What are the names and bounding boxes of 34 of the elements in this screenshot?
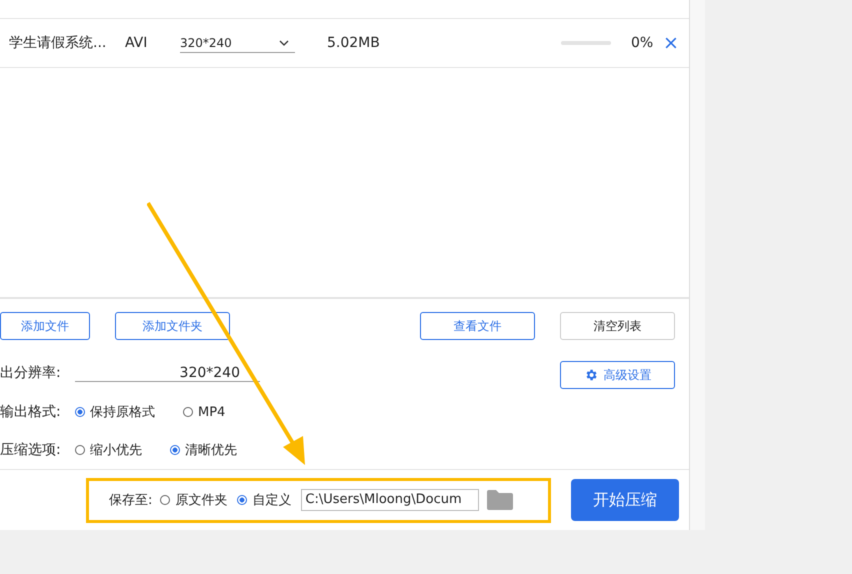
file-name: 学生请假系统...	[8, 34, 108, 52]
resolution-field[interactable]: 320*240	[75, 364, 260, 382]
radio-button[interactable]	[170, 445, 180, 456]
radio-label: 保持原格式	[90, 404, 155, 422]
scrollbar-track[interactable]	[689, 0, 705, 530]
radio-label: 缩小优先	[90, 442, 142, 460]
radio-button[interactable]	[160, 495, 170, 506]
action-button[interactable]: 添加文件夹	[115, 312, 230, 340]
radio-label: 原文件夹	[175, 492, 228, 510]
resolution-label: 出分辨率:	[0, 364, 62, 382]
start-button[interactable]: 开始压缩	[571, 479, 679, 522]
remove-button[interactable]: ×	[663, 32, 679, 54]
action-button[interactable]: 查看文件	[420, 312, 535, 340]
radio-label: 自定义	[252, 492, 292, 510]
chevron-icon	[279, 40, 289, 46]
radio-label: 清晰优先	[185, 442, 237, 460]
option-label: 压缩选项:	[0, 441, 62, 460]
file-size: 5.02MB	[327, 35, 381, 51]
option-label: 输出格式:	[0, 403, 62, 422]
radio-button[interactable]	[75, 445, 85, 456]
radio-button[interactable]	[183, 407, 193, 418]
resolution-dropdown[interactable]: 320*240	[180, 33, 295, 53]
action-button[interactable]: 添加文件	[0, 312, 90, 340]
save-label: 保存至:	[109, 492, 152, 510]
radio-button[interactable]	[237, 495, 248, 506]
advanced-settings-button[interactable]: 高级设置	[560, 361, 675, 390]
folder-icon[interactable]	[487, 490, 514, 510]
radio-label: MP4	[198, 404, 226, 420]
path-field[interactable]: C:\Users\Mloong\Docum	[301, 489, 480, 512]
settings-icon	[584, 368, 598, 382]
progress-percent: 0%	[631, 35, 654, 51]
action-button[interactable]: 清空列表	[560, 312, 675, 340]
radio-button[interactable]	[75, 407, 85, 418]
file-format: AVI	[125, 35, 148, 51]
